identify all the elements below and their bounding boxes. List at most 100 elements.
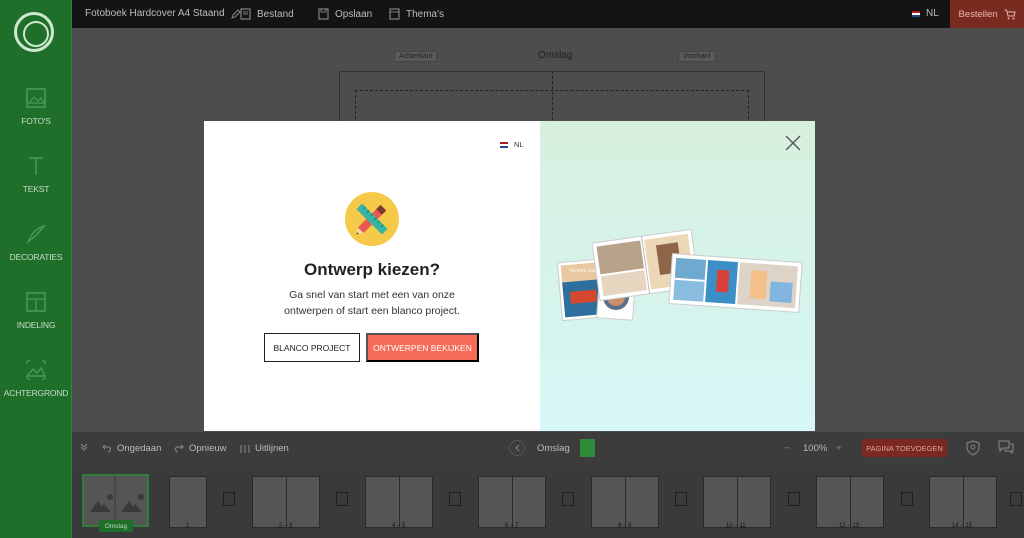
modal-illustration: TRAVEL JOURNAL — [540, 121, 815, 431]
spread-thumbnail[interactable] — [929, 476, 997, 528]
chevron-down-icon — [80, 443, 88, 451]
themes-icon — [389, 8, 400, 20]
page-number: 12 – 13 — [839, 523, 860, 529]
insert-page-icon[interactable] — [675, 492, 687, 506]
page-thumbnails: Omslag 1 2 – 3 4 – 5 6 – 7 8 – 9 10 – 11… — [72, 466, 1024, 538]
previous-page-button[interactable] — [509, 440, 525, 456]
text-icon — [29, 157, 43, 175]
spread-thumbnail[interactable] — [703, 476, 771, 528]
page-number: 6 – 7 — [505, 523, 519, 529]
page-number: 10 – 11 — [726, 523, 746, 529]
sidebar-item-text[interactable]: TEKST — [0, 154, 72, 214]
view-designs-button[interactable]: ONTWERPEN BEKIJKEN — [366, 333, 479, 362]
insert-page-icon[interactable] — [901, 492, 913, 506]
sidebar-item-background[interactable]: ACHTERGROND — [0, 358, 72, 418]
minus-icon: − — [784, 443, 790, 454]
chat-button[interactable] — [998, 440, 1014, 455]
sidebar-item-label: TEKST — [22, 184, 50, 194]
order-label: Bestellen — [958, 8, 998, 20]
redo-label: Opnieuw — [189, 443, 227, 454]
app-logo[interactable] — [14, 12, 54, 52]
page-number: 8 – 9 — [618, 523, 632, 529]
dutch-flag-icon — [500, 141, 508, 148]
themes-menu[interactable]: Thema's — [389, 8, 444, 20]
shield-user-icon — [966, 440, 980, 456]
page-number: 4 – 5 — [392, 523, 406, 529]
left-sidebar: FOTO'S TEKST DECORATIES INDELING ACHTERG… — [0, 0, 72, 538]
spread-thumbnail[interactable] — [252, 476, 320, 528]
language-selector[interactable]: NL — [912, 8, 939, 19]
background-icon — [25, 360, 47, 380]
redo-button[interactable]: Opnieuw — [174, 443, 227, 454]
zoom-in-button[interactable]: + — [836, 443, 842, 454]
chat-icon — [998, 440, 1014, 455]
dutch-flag-icon — [912, 10, 920, 17]
blank-project-button[interactable]: BLANCO PROJECT — [264, 333, 360, 362]
add-page-button[interactable]: PAGINA TOEVOEGEN — [862, 439, 947, 457]
project-name[interactable]: Fotoboek Hardcover A4 Staand — [85, 8, 241, 19]
image-placeholder-icon — [90, 476, 144, 525]
photobook-illustration: TRAVEL JOURNAL — [556, 228, 803, 322]
sidebar-item-label: INDELING — [16, 320, 56, 330]
bottom-toolbar: Ongedaan Opnieuw Uitlijnen Omslag − 100%… — [72, 432, 1024, 466]
themes-label: Thema's — [406, 8, 445, 20]
save-label: Opslaan — [335, 8, 373, 20]
insert-page-icon[interactable] — [788, 492, 800, 506]
spread-thumbnail[interactable] — [365, 476, 433, 528]
zoom-out-button[interactable]: − — [784, 443, 790, 454]
photo-icon — [26, 88, 46, 108]
insert-page-icon[interactable] — [336, 492, 348, 506]
modal-language-label: NL — [514, 140, 524, 149]
align-icon — [240, 444, 250, 453]
undo-label: Ongedaan — [117, 443, 162, 454]
modal-subtitle: Ga snel van start met een van onze ontwe… — [284, 289, 460, 317]
spread-thumbnail[interactable] — [816, 476, 884, 528]
order-button[interactable]: Bestellen — [950, 0, 1024, 28]
page-number: 2 – 3 — [279, 523, 293, 529]
redo-icon — [175, 444, 184, 453]
undo-button[interactable]: Ongedaan — [102, 443, 161, 454]
project-name-text: Fotoboek Hardcover A4 Staand — [85, 8, 225, 19]
collapse-button[interactable] — [80, 443, 88, 451]
undo-icon — [102, 444, 111, 453]
design-choice-modal: NL Ontwerp kiezen? Ga snel van start met… — [204, 121, 815, 431]
language-label: NL — [926, 8, 939, 19]
page-number: 14 – 15 — [952, 523, 973, 529]
cart-icon — [1004, 9, 1016, 19]
zoom-level: 100% — [803, 443, 828, 454]
insert-page-icon[interactable] — [223, 492, 235, 506]
sidebar-item-decorations[interactable]: DECORATIES — [0, 222, 72, 282]
modal-language-selector[interactable]: NL — [500, 140, 524, 149]
page-thumbnail[interactable] — [169, 476, 207, 528]
spread-thumbnail[interactable] — [478, 476, 546, 528]
file-menu[interactable]: Bestand — [240, 8, 294, 20]
top-bar: Fotoboek Hardcover A4 Staand Bestand Ops… — [72, 0, 1024, 28]
save-icon — [318, 8, 329, 20]
page-number: 1 — [186, 523, 190, 529]
next-page-button[interactable] — [580, 439, 595, 457]
align-label: Uitlijnen — [255, 443, 289, 454]
sidebar-item-label: ACHTERGROND — [3, 388, 69, 398]
current-page-label: Omslag — [537, 443, 570, 454]
chevron-left-icon — [515, 444, 520, 452]
layout-icon — [26, 292, 46, 312]
sidebar-item-label: FOTO'S — [21, 116, 51, 126]
sidebar-item-photos[interactable]: FOTO'S — [0, 86, 72, 146]
modal-title: Ontwerp kiezen? — [303, 260, 441, 279]
back-cover-tag: Achterkant — [394, 51, 438, 62]
help-button[interactable] — [966, 440, 980, 456]
modal-content: NL Ontwerp kiezen? Ga snel van start met… — [204, 121, 540, 431]
front-cover-tag: Voorkant — [678, 51, 716, 62]
decoration-icon — [26, 224, 46, 245]
file-label: Bestand — [257, 8, 294, 20]
save-button[interactable]: Opslaan — [318, 8, 372, 20]
cover-badge: Omslag — [99, 520, 133, 532]
sidebar-item-label: DECORATIES — [9, 252, 63, 262]
insert-page-icon[interactable] — [1010, 492, 1022, 506]
spread-thumbnail[interactable] — [591, 476, 659, 528]
align-button[interactable]: Uitlijnen — [240, 443, 289, 454]
insert-page-icon[interactable] — [449, 492, 461, 506]
insert-page-icon[interactable] — [562, 492, 574, 506]
plus-icon: + — [836, 443, 842, 454]
sidebar-item-layout[interactable]: INDELING — [0, 290, 72, 350]
